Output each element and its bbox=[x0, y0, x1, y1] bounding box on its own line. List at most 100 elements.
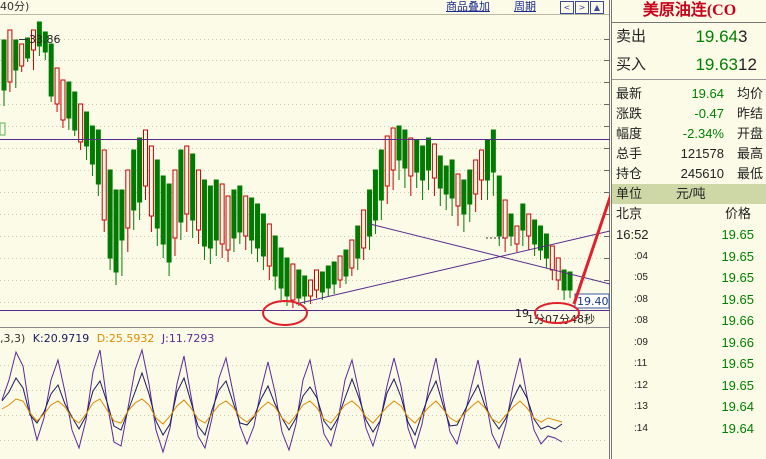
scroll-right-button[interactable]: > bbox=[575, 1, 589, 14]
tick-time: :14 bbox=[634, 422, 648, 434]
overlay-commodity-link[interactable]: 商品叠加 bbox=[446, 0, 490, 14]
low-label: 最低 bbox=[737, 166, 764, 181]
candle-body bbox=[325, 265, 331, 289]
candle-body bbox=[496, 175, 502, 237]
bid-row[interactable]: 买入 19.63 12 bbox=[612, 51, 766, 80]
tick-row: :09 19.66 bbox=[612, 332, 766, 354]
candle-body bbox=[308, 279, 314, 297]
candle-body bbox=[207, 185, 213, 249]
change-label: 涨跌 bbox=[616, 106, 643, 121]
candle-body bbox=[196, 169, 202, 231]
candle-body bbox=[420, 145, 426, 181]
tick-price: 19.65 bbox=[721, 356, 754, 371]
candle-body bbox=[331, 261, 337, 285]
candle-body bbox=[355, 225, 361, 259]
left-edge-marker bbox=[0, 122, 6, 136]
collapse-up-button[interactable]: ▲ bbox=[590, 1, 604, 14]
candle-body bbox=[426, 137, 431, 171]
quote-panel: 美原油连(CO 卖出 19.64 3 买入 19.63 12 最新 19.64 … bbox=[611, 0, 766, 459]
tick-time: :04 bbox=[634, 250, 648, 262]
unit-row: 单位 元/吨 bbox=[612, 184, 766, 204]
annotation-circle-low bbox=[262, 300, 308, 326]
candle-body bbox=[154, 159, 160, 229]
tick-time: :13 bbox=[634, 401, 648, 412]
tick-row: :13 19.64 bbox=[612, 396, 766, 418]
candle-body bbox=[7, 29, 13, 83]
scroll-left-button[interactable]: < bbox=[560, 1, 574, 14]
candle-body bbox=[231, 189, 237, 239]
candle-body bbox=[255, 203, 261, 249]
candle-body bbox=[19, 43, 25, 67]
candle-body bbox=[184, 145, 190, 215]
countdown-label: 1分07分48秒 bbox=[527, 312, 595, 326]
candle-body bbox=[443, 165, 449, 195]
tick-price: 19.64 bbox=[721, 420, 754, 436]
candle-body bbox=[237, 185, 243, 233]
candlestick-chart[interactable]: 33.8619.40191分07分48秒 bbox=[0, 0, 610, 459]
candle-body bbox=[490, 129, 496, 173]
bid-price: 19.63 bbox=[695, 55, 738, 74]
candle-body bbox=[190, 153, 196, 221]
info-row-last: 最新 19.64 均价 bbox=[612, 84, 766, 104]
candle-body bbox=[455, 173, 461, 207]
prev-settle-label: 昨结 bbox=[737, 106, 764, 121]
tick-time: :12 bbox=[634, 379, 648, 391]
candle-body bbox=[249, 197, 255, 241]
candle-body bbox=[349, 239, 355, 269]
kdj-params: ,3,3) bbox=[0, 332, 26, 345]
candle-body bbox=[272, 235, 278, 277]
tick-time: 16:52 bbox=[616, 227, 649, 242]
ticks-list[interactable]: 16:52 19.65 :04 19.65 :05 19.65 :08 19.65 :0… bbox=[612, 224, 766, 439]
candle-body bbox=[408, 137, 414, 177]
candle-body bbox=[390, 127, 396, 171]
tick-row: :08 19.65 bbox=[612, 289, 766, 311]
ask-price: 19.64 bbox=[695, 27, 738, 46]
candle-body bbox=[131, 149, 137, 211]
candle-body bbox=[260, 213, 266, 257]
candle-body bbox=[431, 143, 437, 179]
info-row-open-interest: 持仓 245610 最低 bbox=[612, 164, 766, 184]
current-price-label: 19.40 bbox=[577, 295, 609, 308]
candle-body bbox=[219, 183, 225, 245]
cycle-link[interactable]: 周期 bbox=[514, 0, 536, 14]
candle-body bbox=[378, 149, 384, 201]
candle-body bbox=[449, 159, 455, 199]
pct-label: 幅度 bbox=[616, 126, 643, 141]
candle-body bbox=[296, 269, 302, 299]
candle-body bbox=[319, 271, 325, 293]
kdj-d-value: D:25.5932 bbox=[96, 332, 155, 345]
kdj-indicator-header: ,3,3) K:20.9719 D:25.5932 J:11.7293 bbox=[0, 332, 214, 346]
candle-body bbox=[437, 155, 443, 189]
candle-body bbox=[313, 269, 319, 291]
tick-price: 19.65 bbox=[721, 248, 754, 264]
price-chart-area[interactable]: 33.86 19.40 19 1分07分48秒 40分) 商品叠加 周期 < > ▲ … bbox=[0, 0, 610, 459]
candle-body bbox=[101, 149, 107, 221]
tick-time: :11 bbox=[634, 358, 648, 369]
candle-body bbox=[290, 263, 296, 301]
tick-price: 19.65 bbox=[721, 377, 754, 393]
candle-body bbox=[402, 129, 408, 169]
bid-quantity: 12 bbox=[738, 55, 757, 74]
ticks-header: 北京 价格 bbox=[612, 204, 766, 224]
tick-row: :04 19.65 bbox=[612, 246, 766, 268]
candle-body bbox=[384, 135, 390, 187]
info-row-change: 涨跌 -0.47 昨结 bbox=[612, 104, 766, 124]
info-row-pct: 幅度 -2.34% 开盘 bbox=[612, 124, 766, 144]
candle-body bbox=[54, 67, 60, 105]
high-price-label: 33.86 bbox=[29, 33, 61, 46]
candle-body bbox=[549, 245, 555, 271]
candle-body bbox=[72, 91, 78, 131]
ask-row[interactable]: 卖出 19.64 3 bbox=[612, 23, 766, 51]
last-label: 最新 bbox=[616, 86, 643, 101]
candle-body bbox=[526, 213, 532, 237]
candle-body bbox=[201, 179, 207, 247]
tick-row: :11 19.65 bbox=[612, 353, 766, 375]
candle-body bbox=[107, 169, 113, 259]
tick-row: :12 19.65 bbox=[612, 375, 766, 397]
candle-body bbox=[532, 219, 538, 245]
instrument-title: 美原油连(CO bbox=[612, 0, 766, 23]
candle-body bbox=[166, 183, 172, 263]
candle-body bbox=[278, 247, 284, 289]
candle-body bbox=[48, 43, 54, 97]
info-row-volume: 总手 121578 最高 bbox=[612, 144, 766, 164]
